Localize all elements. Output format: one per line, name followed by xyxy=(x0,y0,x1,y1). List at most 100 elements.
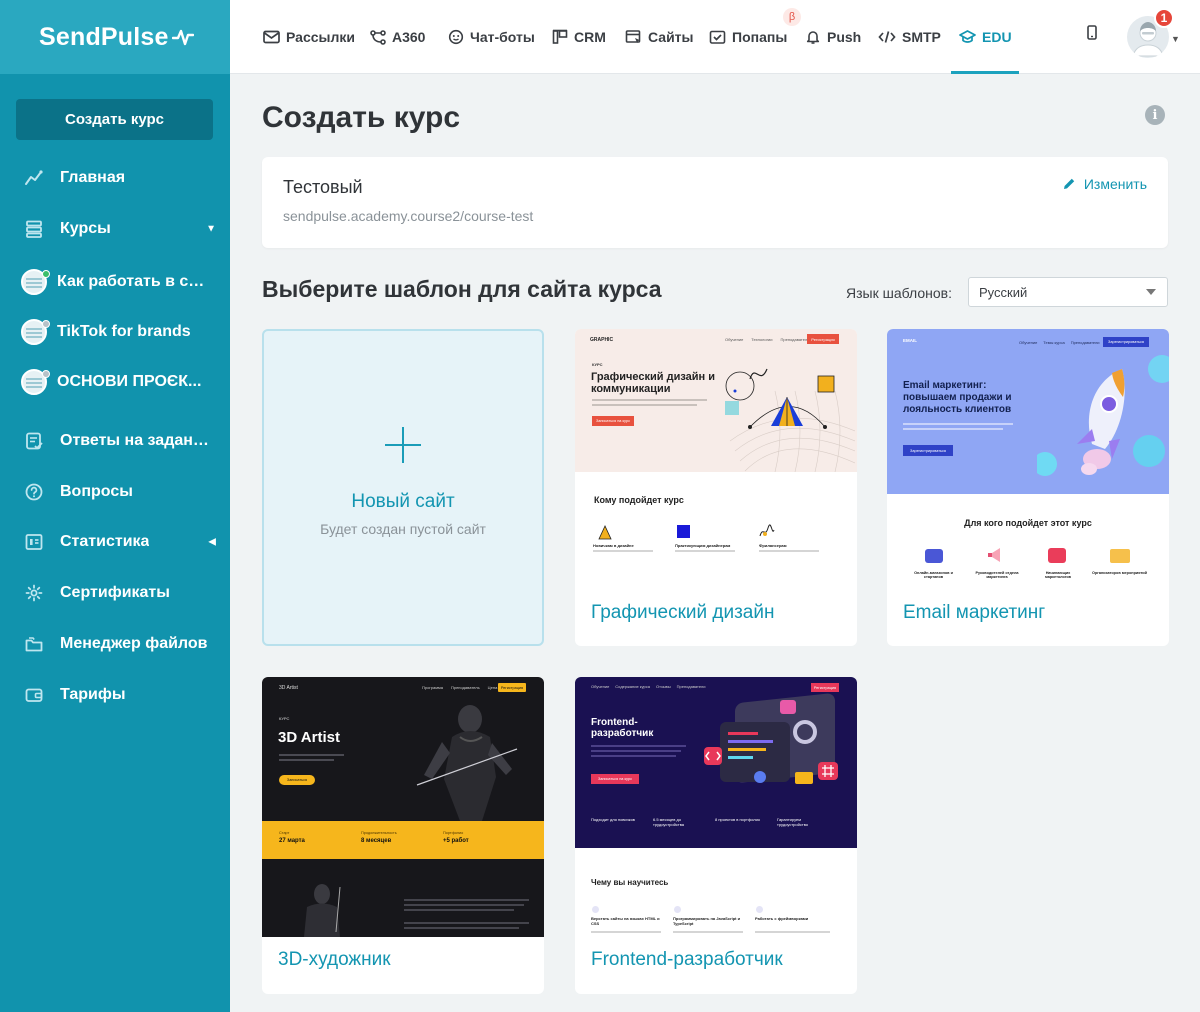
folder-icon xyxy=(24,634,44,654)
language-value: Русский xyxy=(979,284,1028,300)
template-name: Email маркетинг xyxy=(903,602,1046,623)
tab-label: Попапы xyxy=(732,29,788,45)
template-card-frontend-developer[interactable]: Обучение Содержание курса Отзывы Преподават… xyxy=(575,677,857,994)
sidebar-item-label: Ответы на задания xyxy=(60,432,210,449)
preview-cta: Зарегистрироваться xyxy=(1103,337,1149,347)
template-preview: 3D Artist Программа Преподаватель Цена Рег… xyxy=(262,677,544,937)
preview-button: Записаться на курс xyxy=(592,416,634,426)
preview-headline: Email маркетинг: повышаем продажи и лоял… xyxy=(903,380,1012,415)
create-course-button[interactable]: Создать курс xyxy=(16,99,213,140)
mobile-icon[interactable] xyxy=(1085,24,1099,47)
sidebar-item-certificates[interactable]: Сертификаты xyxy=(0,570,230,616)
sidebar-item-label: Сертификаты xyxy=(60,584,170,601)
course-name: Тестовый xyxy=(283,177,363,197)
template-card-email-marketing[interactable]: EMAIL Обучение Темы курса Преподаватели За… xyxy=(887,329,1169,646)
logo-area: SendPulse xyxy=(0,0,230,74)
tab-sites[interactable]: Сайты xyxy=(625,0,694,74)
sidebar-item-home[interactable]: Главная xyxy=(0,155,230,201)
code-icon xyxy=(878,31,896,43)
template-preview: GRAPHIC Обучение Технологии Преподаватели … xyxy=(575,329,857,472)
preview-kicker: КУРС xyxy=(279,716,290,721)
sidebar-item-tariffs[interactable]: Тарифы xyxy=(0,672,230,718)
status-dot xyxy=(42,370,50,378)
new-site-subtitle: Будет создан пустой сайт xyxy=(320,521,486,537)
popup-icon xyxy=(709,30,726,44)
preview-nav: Обучение Технологии Преподаватели xyxy=(725,337,810,342)
new-site-card[interactable]: Новый сайт Будет создан пустой сайт xyxy=(262,329,544,646)
courses-icon xyxy=(24,219,44,239)
plus-icon xyxy=(385,427,421,463)
preview-cta: Регистрация xyxy=(807,334,839,344)
edit-label: Изменить xyxy=(1083,176,1147,192)
sidebar-item-file-manager[interactable]: Менеджер файлов xyxy=(0,621,230,667)
language-label: Язык шаблонов: xyxy=(846,285,952,301)
tab-smtp[interactable]: SMTP xyxy=(878,0,941,74)
sidebar-item-label: ОСНОВИ ПРОЄК... xyxy=(57,373,202,390)
preview-kicker: КУРС xyxy=(592,362,603,367)
language-select[interactable]: Русский xyxy=(968,277,1168,307)
status-dot xyxy=(42,320,50,328)
info-icon[interactable]: i xyxy=(1145,105,1165,125)
tab-push[interactable]: Push xyxy=(805,0,861,74)
preview-cta: Регистрация xyxy=(811,683,839,692)
sidebar-item-label: Курсы xyxy=(60,220,111,237)
preview-section-title: Кому подойдет курс xyxy=(594,495,684,505)
sidebar-item-courses[interactable]: Курсы ▼ xyxy=(0,206,230,252)
site-icon xyxy=(625,30,641,43)
preview-brand: EMAIL xyxy=(903,338,917,343)
tab-a360[interactable]: А360 xyxy=(370,0,425,74)
tab-mailings[interactable]: Рассылки xyxy=(263,0,355,74)
pulse-icon xyxy=(171,29,194,46)
template-card-3d-artist[interactable]: 3D Artist Программа Преподаватель Цена Рег… xyxy=(262,677,544,994)
gear-icon xyxy=(24,583,44,603)
sidebar-item-label: Главная xyxy=(60,169,126,186)
tab-label: Чат-боты xyxy=(470,29,535,45)
code-windows-illustration xyxy=(704,693,838,784)
preview-cta: Регистрация xyxy=(498,683,526,692)
chart-line-icon xyxy=(24,168,44,188)
ninja-illustration xyxy=(416,705,518,821)
page-title: Создать курс xyxy=(262,101,461,134)
template-card-graphic-design[interactable]: GRAPHIC Обучение Технологии Преподаватели … xyxy=(575,329,857,646)
crm-icon xyxy=(552,29,568,44)
sidebar-item-answers[interactable]: Ответы на задания xyxy=(0,418,230,464)
tab-label: А360 xyxy=(392,29,426,45)
sendpulse-logo[interactable]: SendPulse xyxy=(39,23,194,52)
sidebar-item-questions[interactable]: Вопросы xyxy=(0,469,230,515)
tab-chatbots[interactable]: Чат-боты xyxy=(448,0,535,74)
preview-button: Зарегистрироваться xyxy=(903,445,953,456)
tab-popups[interactable]: Попапы xyxy=(709,0,787,74)
template-preview-lower: Для кого подойдет этот курс Онлайн-магаз… xyxy=(887,494,1169,604)
chat-icon xyxy=(448,29,464,45)
graduation-icon xyxy=(959,30,976,43)
sidebar-item-label: Вопросы xyxy=(60,483,133,500)
chevron-down-icon[interactable]: ▼ xyxy=(1171,34,1180,44)
answers-icon xyxy=(24,431,44,451)
sidebar-course-item[interactable]: Как работать в се... xyxy=(0,259,230,305)
flow-icon xyxy=(370,30,386,45)
template-name: Frontend-разработчик xyxy=(591,949,783,970)
pencil-icon xyxy=(1063,178,1075,189)
preview-nav: Программа Преподаватель Цена xyxy=(422,685,498,690)
edit-course-button[interactable]: Изменить xyxy=(1062,176,1147,192)
preview-button: Записаться xyxy=(279,775,315,785)
template-preview-lower: Кому подойдет курс Новичкам в дизайне Пр… xyxy=(575,472,857,582)
sidebar-course-item[interactable]: ОСНОВИ ПРОЄК... xyxy=(0,359,230,405)
tab-crm[interactable]: CRM xyxy=(552,0,606,74)
sidebar-item-label: Менеджер файлов xyxy=(60,635,208,652)
beta-badge: β xyxy=(783,8,801,26)
mail-icon xyxy=(263,30,280,44)
preview-section-title: Для кого подойдет этот курс xyxy=(964,518,1092,528)
sidebar-item-statistics[interactable]: Статистика ◀ xyxy=(0,519,230,565)
tab-edu[interactable]: EDU xyxy=(959,0,1012,74)
sidebar-item-label: Как работать в се... xyxy=(57,273,207,290)
course-url: sendpulse.academy.course2/course-test xyxy=(283,208,534,224)
chevron-left-icon: ◀ xyxy=(208,536,216,548)
preview-nav: Обучение Содержание курса Отзывы Преподават… xyxy=(591,684,706,689)
templates-heading: Выберите шаблон для сайта курса xyxy=(262,276,662,302)
logo-text: SendPulse xyxy=(39,22,169,51)
new-site-title: Новый сайт xyxy=(351,491,455,512)
template-preview: EMAIL Обучение Темы курса Преподаватели За… xyxy=(887,329,1169,494)
sidebar-item-label: Тарифы xyxy=(60,686,126,703)
sidebar-course-item[interactable]: TikTok for brands xyxy=(0,309,230,355)
